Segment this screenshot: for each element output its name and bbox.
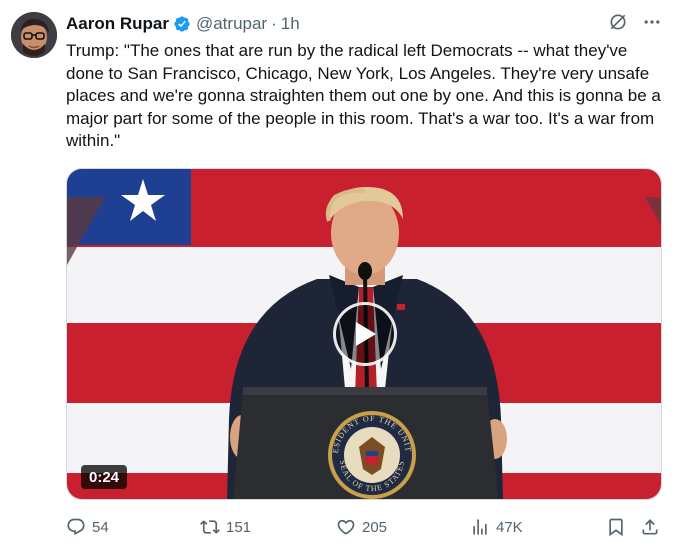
bookmark-icon [609,518,623,537]
share-icon [642,519,658,535]
separator-dot: · [271,14,277,33]
views-button[interactable]: 47K [470,514,523,540]
reply-count: 54 [92,518,109,536]
tweet-top-actions [608,12,662,36]
share-button[interactable] [640,514,660,540]
play-icon [356,322,376,346]
repost-icon [200,520,220,534]
views-icon [473,519,487,535]
tweet-actions: 54 151 205 47K [66,514,662,540]
avatar-image [11,12,57,58]
views-count: 47K [496,518,523,536]
repost-button[interactable]: 151 [200,514,251,540]
play-button[interactable] [333,302,397,366]
like-icon [337,519,355,535]
timestamp[interactable]: 1h [281,14,300,34]
reply-button[interactable]: 54 [66,514,109,540]
repost-count: 151 [226,518,252,536]
reply-icon [67,518,85,536]
author-handle[interactable]: @atrupar [196,14,267,34]
avatar[interactable] [11,12,57,58]
grok-icon[interactable] [608,12,628,37]
tweet-text: Trump: "The ones that are run by the rad… [66,41,666,151]
more-icon[interactable] [642,12,662,37]
bookmark-button[interactable] [606,514,626,540]
author-name[interactable]: Aaron Rupar [66,14,169,34]
verified-badge-icon [173,15,191,33]
video-duration: 0:24 [81,465,128,489]
tweet-header: Aaron Rupar @atrupar · 1h [66,12,300,36]
like-button[interactable]: 205 [336,514,387,540]
like-count: 205 [362,518,388,536]
video-player[interactable]: PRESIDENT OF THE UNITED SEAL OF THE STAT… [66,168,662,500]
